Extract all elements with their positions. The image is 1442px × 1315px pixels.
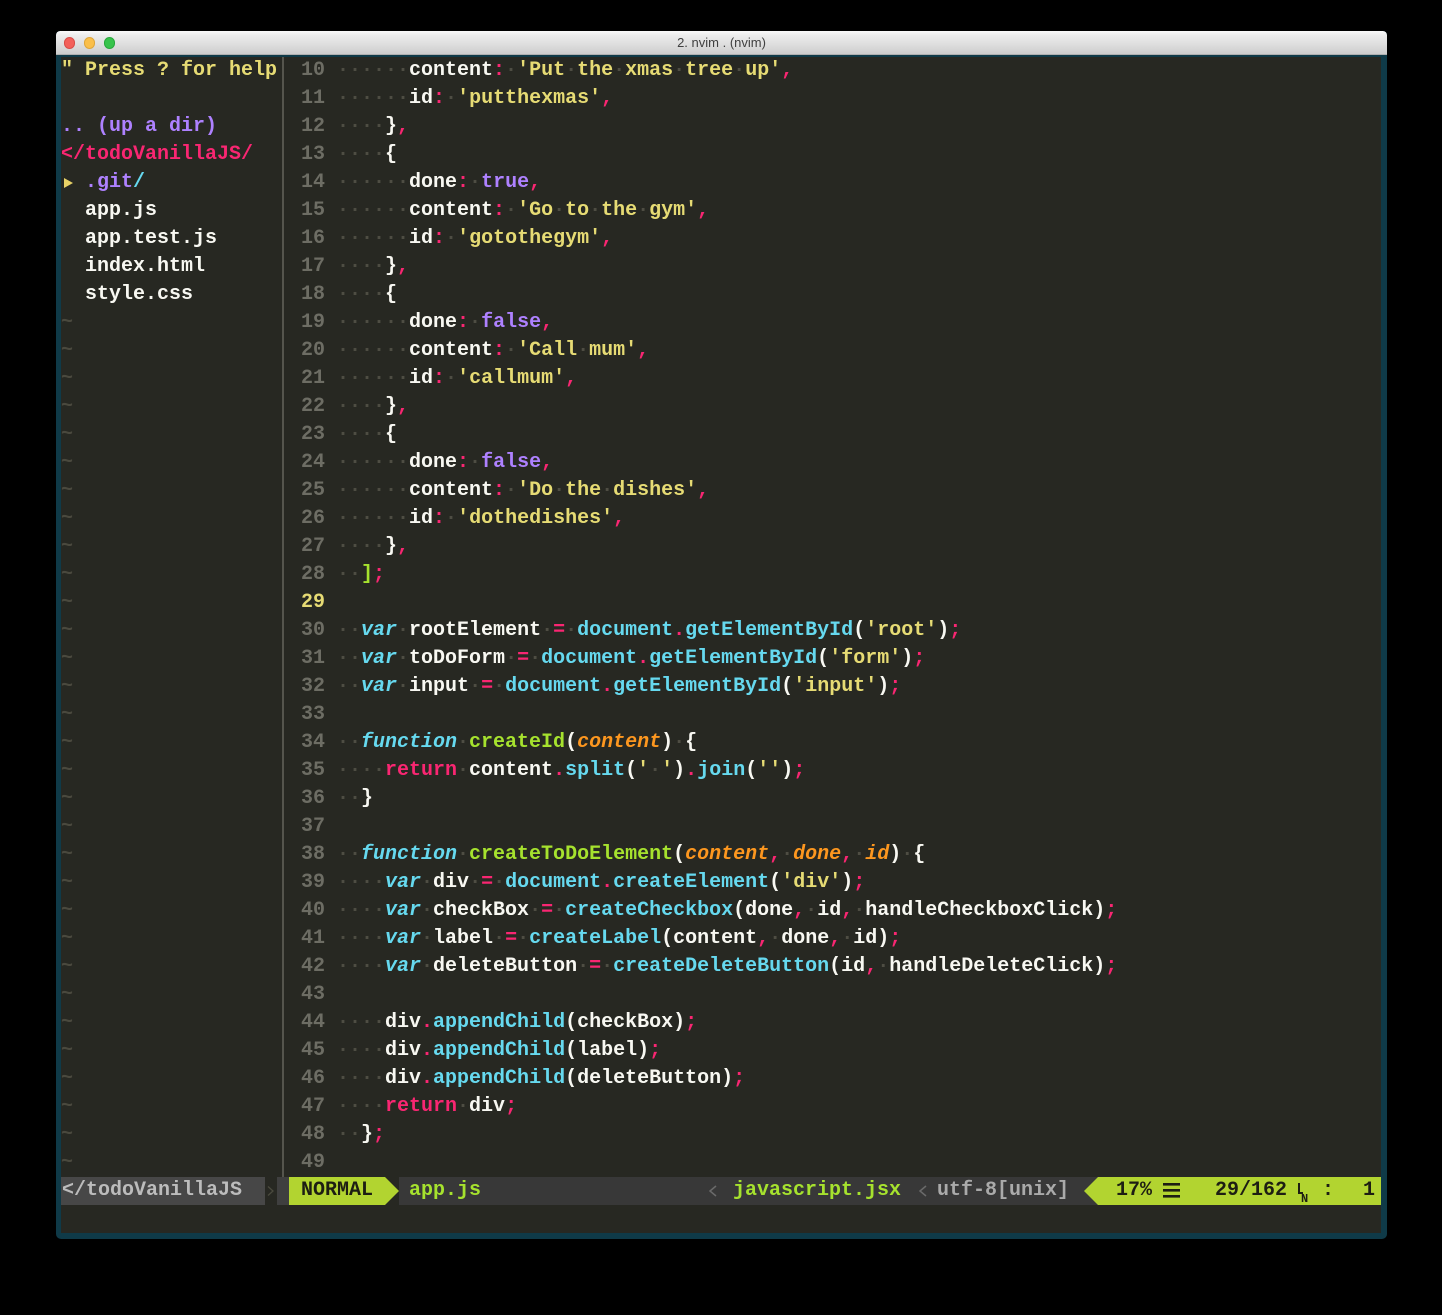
svg-text:N: N bbox=[1301, 1192, 1308, 1203]
